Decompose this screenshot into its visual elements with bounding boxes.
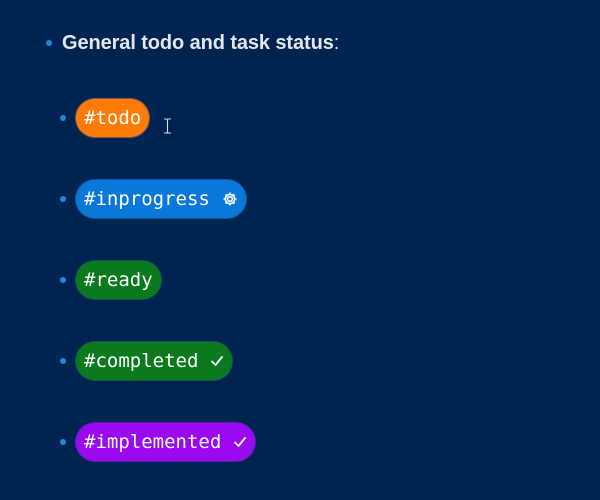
list-item-ready: #ready <box>60 259 162 301</box>
tag-ready[interactable]: #ready <box>75 260 162 300</box>
tag-todo[interactable]: #todo <box>75 98 151 138</box>
tag-completed[interactable]: #completed <box>75 341 234 381</box>
list-item-completed: #completed <box>60 340 234 382</box>
check-icon <box>210 354 224 368</box>
list-item-inprogress: #inprogress <box>60 178 247 220</box>
bullet[interactable] <box>60 115 66 121</box>
heading-row: General todo and task status : <box>46 28 339 58</box>
bullet[interactable] <box>60 358 66 364</box>
check-icon <box>233 435 247 449</box>
list-item-todo: #todo <box>60 97 151 139</box>
tag-label: #completed <box>84 350 199 372</box>
list-item-implemented: #implemented <box>60 421 257 463</box>
bullet[interactable] <box>60 196 66 202</box>
bullet[interactable] <box>46 40 52 46</box>
tag-label: #implemented <box>84 431 222 453</box>
bullet[interactable] <box>60 277 66 283</box>
text-cursor-icon <box>164 118 171 134</box>
bullet[interactable] <box>60 439 66 445</box>
tag-label: #todo <box>84 107 142 129</box>
tag-inprogress[interactable]: #inprogress <box>75 179 247 219</box>
tag-implemented[interactable]: #implemented <box>75 422 257 462</box>
heading-colon: : <box>333 31 340 54</box>
tag-label: #inprogress <box>84 188 210 210</box>
gear-icon <box>222 191 238 207</box>
tag-label: #ready <box>84 269 153 291</box>
heading-text[interactable]: General todo and task status <box>62 32 334 55</box>
